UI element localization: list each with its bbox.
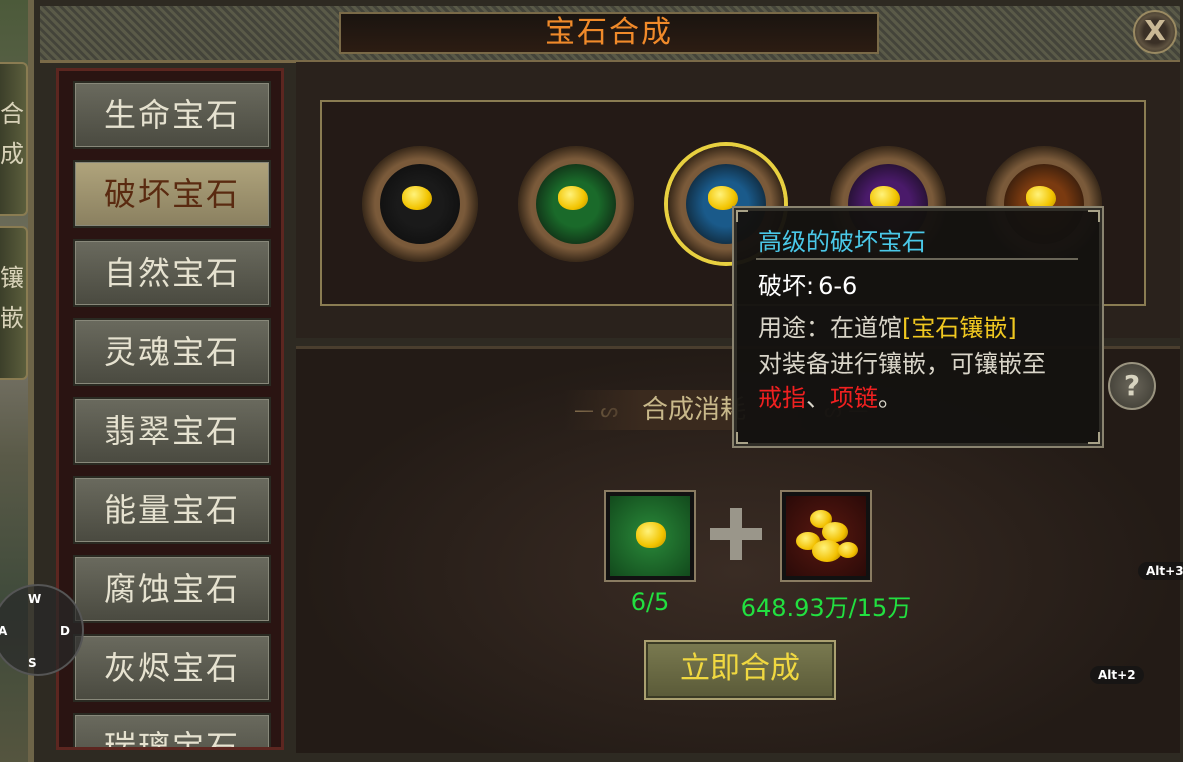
category-item-life[interactable]: 生命宝石 — [73, 81, 271, 149]
material-gold-slot[interactable] — [780, 490, 872, 582]
category-item-energy[interactable]: 能量宝石 — [73, 476, 271, 544]
gem-level-1[interactable] — [362, 146, 478, 262]
gem-tooltip: 高级的破坏宝石 破坏: 6-6 用途：在道馆[宝石镶嵌] 对装备进行镶嵌，可镶嵌至… — [732, 206, 1104, 448]
side-tab-inlay[interactable]: 镶嵌 — [0, 226, 28, 380]
tooltip-title: 高级的破坏宝石 — [758, 228, 926, 256]
category-item-nature[interactable]: 自然宝石 — [73, 239, 271, 307]
tooltip-slot-ring: 戒指 — [758, 384, 806, 412]
plus-icon — [710, 508, 762, 560]
compass-w: W — [28, 592, 42, 606]
tooltip-slot-necklace: 项链 — [830, 384, 878, 412]
category-item-soul[interactable]: 灵魂宝石 — [73, 318, 271, 386]
side-tab-inlay-label: 镶嵌 — [0, 264, 24, 332]
gem-level-2[interactable] — [518, 146, 634, 262]
tooltip-slots: 戒指、项链。 — [758, 378, 902, 413]
gem-nugget-icon — [402, 186, 432, 210]
tooltip-corner — [1088, 210, 1100, 222]
side-tab-compose-label: 合成 — [0, 100, 24, 168]
category-item-glaze[interactable]: 瑞璃宝石 — [73, 713, 271, 747]
tooltip-stat-value: 6-6 — [818, 272, 858, 300]
side-tab-compose[interactable]: 合成 — [0, 62, 28, 216]
category-item-emerald[interactable]: 翡翠宝石 — [73, 397, 271, 465]
tooltip-stat-key: 破坏: — [758, 272, 815, 300]
tooltip-divider — [756, 258, 1078, 260]
gold-count: 648.93万/15万 — [740, 594, 912, 622]
compose-now-button[interactable]: 立即合成 — [644, 640, 836, 700]
category-list: 生命宝石 破坏宝石 自然宝石 灵魂宝石 翡翠宝石 能量宝石 腐蚀宝石 灰烬宝石 … — [56, 68, 284, 750]
gem-compose-window: 宝石合成 X 生命宝石 破坏宝石 自然宝石 灵魂宝石 翡翠宝石 能量宝石 腐蚀宝… — [28, 0, 1183, 762]
window-title: 宝石合成 — [339, 12, 879, 54]
tooltip-corner — [1088, 432, 1100, 444]
compass-s: S — [28, 656, 37, 670]
tooltip-stat: 破坏: 6-6 — [758, 266, 857, 301]
category-item-corrosion[interactable]: 腐蚀宝石 — [73, 555, 271, 623]
compass-d: D — [60, 624, 70, 638]
tooltip-corner — [736, 210, 748, 222]
hotkey-alt2: Alt+2 — [1090, 666, 1144, 684]
hotkey-alt3: Alt+3 — [1138, 562, 1183, 580]
tooltip-line2: 对装备进行镶嵌，可镶嵌至 — [758, 350, 1046, 378]
compass-a: A — [0, 624, 8, 638]
gem-nugget-icon — [636, 522, 666, 548]
close-button[interactable]: X — [1133, 10, 1177, 54]
category-item-ash[interactable]: 灰烬宝石 — [73, 634, 271, 702]
gem-count: 6/5 — [630, 588, 670, 616]
material-gem-slot[interactable] — [604, 490, 696, 582]
help-button[interactable]: ? — [1108, 362, 1156, 410]
category-item-destruction[interactable]: 破坏宝石 — [73, 160, 271, 228]
tooltip-usage: 用途：在道馆[宝石镶嵌] — [758, 308, 1017, 343]
tooltip-end: 。 — [878, 384, 902, 412]
tooltip-usage-prefix: 用途：在道馆 — [758, 314, 902, 342]
gold-coin-icon — [838, 542, 858, 558]
tooltip-corner — [736, 432, 748, 444]
gold-coin-icon — [822, 522, 848, 542]
tooltip-sep: 、 — [806, 384, 830, 412]
gem-nugget-icon — [558, 186, 588, 210]
tooltip-usage-link: [宝石镶嵌] — [902, 314, 1017, 342]
